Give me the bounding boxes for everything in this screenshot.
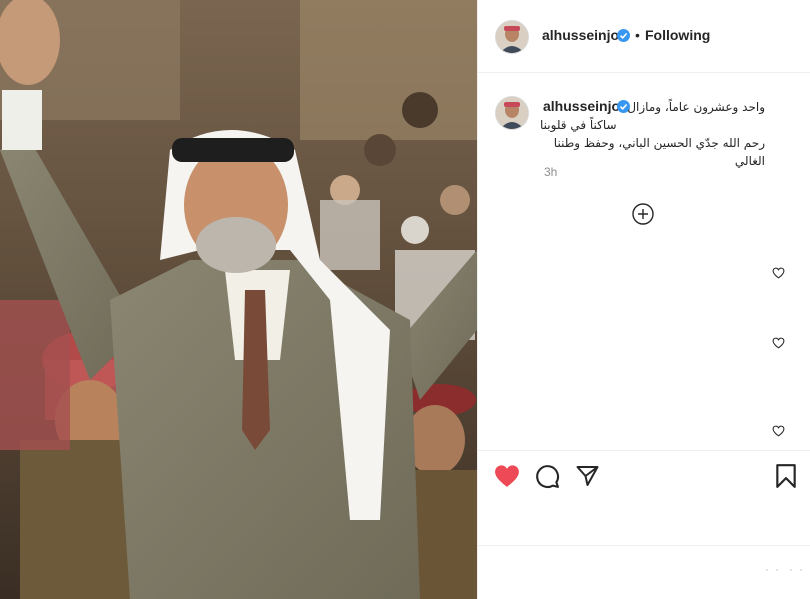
following-button[interactable]: Following	[645, 27, 710, 43]
post-side-panel: alhusseinjo • Following alhusseinjo واحد…	[477, 0, 810, 599]
faint-dots	[766, 569, 802, 571]
caption-avatar-image	[496, 97, 528, 129]
caption-timestamp[interactable]: 3h	[544, 165, 557, 179]
header-username[interactable]: alhusseinjo	[542, 27, 619, 43]
post-header: alhusseinjo • Following	[478, 0, 810, 73]
caption-avatar[interactable]	[495, 96, 529, 130]
comment-like-heart-icon[interactable]	[772, 425, 785, 437]
caption-line-1: واحد وعشرون عاماً، ومازال	[627, 100, 765, 114]
caption: alhusseinjo واحد وعشرون عاماً، ومازال سا…	[540, 97, 765, 168]
bookmark-icon[interactable]	[775, 463, 797, 489]
post-photo-image	[0, 0, 477, 599]
post-photo[interactable]	[0, 0, 477, 599]
caption-line-3: رحم الله جدّي الحسين الباني، وحفظ وطننا …	[553, 136, 765, 168]
caption-line-2: ساكناً في قلوبنا	[540, 118, 617, 132]
heart-filled-icon[interactable]	[494, 464, 520, 488]
comment-like-heart-icon[interactable]	[772, 267, 785, 279]
plus-circle-icon[interactable]	[632, 203, 654, 225]
divider	[478, 545, 810, 546]
paper-plane-icon[interactable]	[575, 464, 600, 488]
avatar[interactable]	[495, 20, 529, 54]
comment-like-heart-icon[interactable]	[772, 337, 785, 349]
post-actions	[478, 450, 810, 551]
speech-bubble-icon[interactable]	[535, 464, 560, 489]
separator-dot: •	[635, 27, 640, 43]
avatar-image	[496, 21, 528, 53]
caption-username[interactable]: alhusseinjo	[543, 98, 620, 114]
verified-badge-icon	[617, 29, 630, 42]
